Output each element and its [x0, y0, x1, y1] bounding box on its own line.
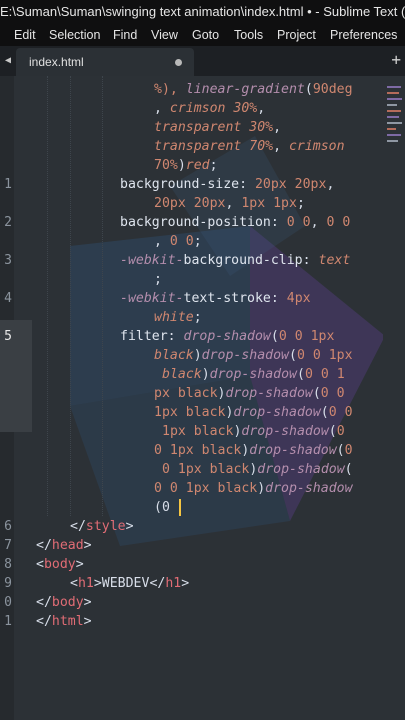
line-number: 1	[4, 614, 12, 629]
indent-guide	[47, 76, 48, 516]
line-number: 4	[4, 291, 12, 306]
menu-edit[interactable]: Edit	[14, 24, 36, 46]
code-line: -webkit-text-stroke: 4px	[120, 291, 311, 306]
code-line: <body>	[36, 557, 84, 572]
line-number: 1	[4, 177, 12, 192]
code-line: black)drop-shadow(0 0 1	[162, 367, 345, 382]
new-tab-icon[interactable]: +	[391, 51, 401, 69]
menu-goto[interactable]: Goto	[192, 24, 219, 46]
line-number: 3	[4, 253, 12, 268]
line-number: 6	[4, 519, 12, 534]
unsaved-dot-icon[interactable]	[175, 59, 182, 66]
minimap[interactable]	[383, 76, 405, 376]
code-line: px black)drop-shadow(0 0	[154, 386, 345, 401]
indent-guide	[102, 76, 103, 516]
code-line: 1px black)drop-shadow(0 0	[154, 405, 353, 420]
menu-bar: Edit Selection Find View Goto Tools Proj…	[0, 24, 405, 46]
code-line: 70%)red;	[154, 158, 218, 173]
code-line: 1px black)drop-shadow(0	[162, 424, 345, 439]
code-editor[interactable]: %), linear-gradient(90deg , crimson 30%,…	[0, 76, 405, 720]
line-number: 7	[4, 538, 12, 553]
line-number: 8	[4, 557, 12, 572]
code-line: 0 0 1px black)drop-shadow	[154, 481, 353, 496]
menu-find[interactable]: Find	[113, 24, 137, 46]
code-line: </style>	[70, 519, 134, 534]
code-line: </html>	[36, 614, 92, 629]
window-title: E:\Suman\Suman\swinging text animation\i…	[0, 4, 405, 19]
menu-view[interactable]: View	[151, 24, 178, 46]
tab-label: index.html	[29, 55, 84, 69]
code-line: %), linear-gradient(90deg	[154, 82, 353, 97]
menu-project[interactable]: Project	[277, 24, 316, 46]
line-number: 9	[4, 576, 12, 591]
code-line: </head>	[36, 538, 92, 553]
code-line: 20px 20px, 1px 1px;	[154, 196, 305, 211]
code-line: white;	[154, 310, 202, 325]
code-line: transparent 70%, crimson	[154, 139, 345, 154]
code-line: , 0 0;	[154, 234, 202, 249]
line-number: 0	[4, 595, 12, 610]
line-number-active: 5	[4, 329, 12, 344]
code-line: 0 1px black)drop-shadow(	[162, 462, 353, 477]
line-number: 2	[4, 215, 12, 230]
code-line: transparent 30%,	[154, 120, 282, 135]
code-line: <h1>WEBDEV</h1>	[70, 576, 190, 591]
code-line: background-size: 20px 20px,	[120, 177, 335, 192]
code-line: filter: drop-shadow(0 0 1px	[120, 329, 335, 344]
code-line: </body>	[36, 595, 92, 610]
menu-preferences[interactable]: Preferences	[330, 24, 397, 46]
code-line: ;	[154, 272, 162, 287]
code-line: -webkit-background-clip: text	[120, 253, 351, 268]
indent-guide	[70, 76, 71, 516]
menu-tools[interactable]: Tools	[234, 24, 263, 46]
window-titlebar: E:\Suman\Suman\swinging text animation\i…	[0, 0, 405, 24]
tab-scroll-left-icon[interactable]: ◀	[0, 52, 16, 70]
menu-selection[interactable]: Selection	[49, 24, 100, 46]
code-line: (0	[154, 500, 170, 515]
code-line: 0 1px black)drop-shadow(0	[154, 443, 353, 458]
code-line: black)drop-shadow(0 0 1px	[154, 348, 353, 363]
code-line: background-position: 0 0, 0 0	[120, 215, 351, 230]
tab-index-html[interactable]: index.html	[16, 48, 194, 76]
tab-bar: ◀ index.html +	[0, 46, 405, 76]
code-line: , crimson 30%,	[154, 101, 266, 116]
text-cursor	[179, 499, 181, 516]
